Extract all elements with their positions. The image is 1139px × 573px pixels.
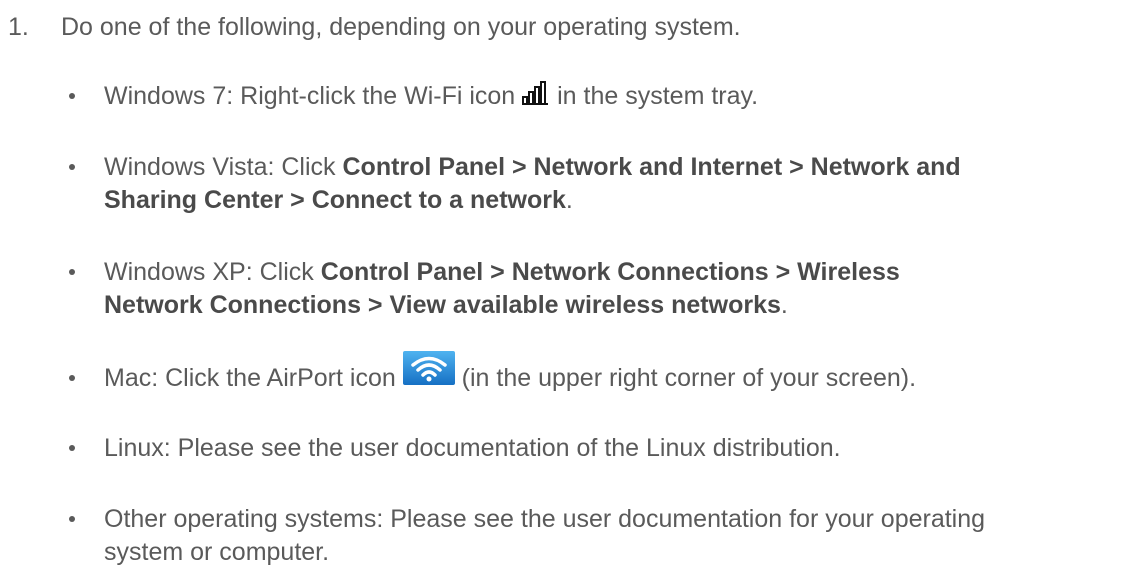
- windows7-text-prefix: Windows 7: Right-click the Wi-Fi icon: [104, 82, 516, 110]
- wifi-signal-bars-icon: [522, 80, 550, 114]
- bullet-dot: [69, 445, 75, 451]
- other-os-text-line2: system or computer.: [104, 538, 330, 566]
- bullet-dot: [69, 164, 75, 170]
- mac-text-prefix: Mac: Click the AirPort icon: [104, 364, 396, 392]
- xp-menu-path-line2: Network Connections > View available wir…: [104, 291, 781, 319]
- mac-text-suffix: (in the upper right corner of your scree…: [461, 364, 917, 392]
- airport-wifi-icon: [402, 350, 455, 394]
- vista-text-prefix: Windows Vista: Click: [104, 153, 336, 181]
- windows7-text-suffix: in the system tray.: [557, 82, 759, 110]
- bullet-dot: [69, 375, 75, 381]
- step-number: 1.: [8, 13, 29, 41]
- vista-menu-path-line2: Sharing Center > Connect to a network: [104, 186, 566, 214]
- xp-text-prefix: Windows XP: Click: [104, 258, 314, 286]
- bullet-dot: [69, 93, 75, 99]
- vista-text-end: .: [565, 186, 573, 214]
- xp-text-end: .: [780, 291, 788, 319]
- vista-menu-path-line1: Control Panel > Network and Internet > N…: [342, 153, 961, 181]
- step-text: Do one of the following, depending on yo…: [61, 13, 741, 41]
- bullet-dot: [69, 516, 75, 522]
- step-1: 1. Do one of the following, depending on…: [0, 12, 1139, 42]
- other-os-text-line1: Other operating systems: Please see the …: [104, 505, 986, 533]
- linux-text: Linux: Please see the user documentation…: [104, 434, 841, 462]
- bullet-dot: [69, 269, 75, 275]
- xp-menu-path-line1: Control Panel > Network Connections > Wi…: [320, 258, 900, 286]
